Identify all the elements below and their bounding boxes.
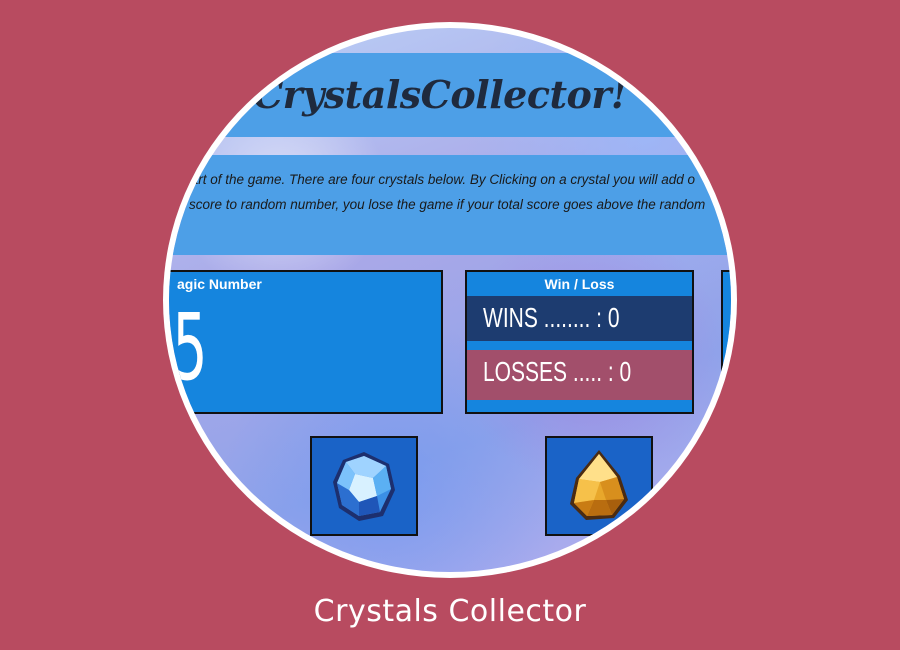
magic-number-panel: agic Number 25	[169, 270, 443, 414]
wins-row: WINS ........ : 0	[467, 296, 692, 341]
losses-count: LOSSES ..... : 0	[483, 356, 632, 387]
losses-row: LOSSES ..... : 0	[467, 350, 692, 400]
magic-number-value: 25	[169, 294, 209, 401]
app-header: CrystalsCollector!	[169, 53, 731, 137]
app-screenshot: CrystalsCollector! tart of the game. The…	[169, 28, 731, 572]
win-loss-panel: Win / Loss WINS ........ : 0 LOSSES ....…	[465, 270, 694, 414]
app-title: CrystalsCollector!	[252, 72, 628, 117]
project-caption: Crystals Collector	[313, 594, 587, 629]
blue-crystal-icon	[333, 452, 395, 521]
win-loss-title: Win / Loss	[544, 276, 615, 292]
instructions-banner: tart of the game. There are four crystal…	[169, 155, 731, 255]
magic-number-label: agic Number	[177, 276, 262, 292]
instructions-text: tart of the game. There are four crystal…	[169, 167, 731, 217]
instructions-line-1: tart of the game. There are four crystal…	[187, 172, 695, 187]
score-panel-edge	[721, 270, 731, 414]
instructions-line-2: score to random number, you lose the gam…	[189, 197, 706, 212]
gold-crystal-button[interactable]	[545, 436, 653, 536]
wins-count: WINS ........ : 0	[483, 302, 620, 333]
gold-crystal-icon	[570, 450, 628, 520]
preview-circle-frame: CrystalsCollector! tart of the game. The…	[163, 22, 737, 578]
blue-crystal-button[interactable]	[310, 436, 418, 536]
